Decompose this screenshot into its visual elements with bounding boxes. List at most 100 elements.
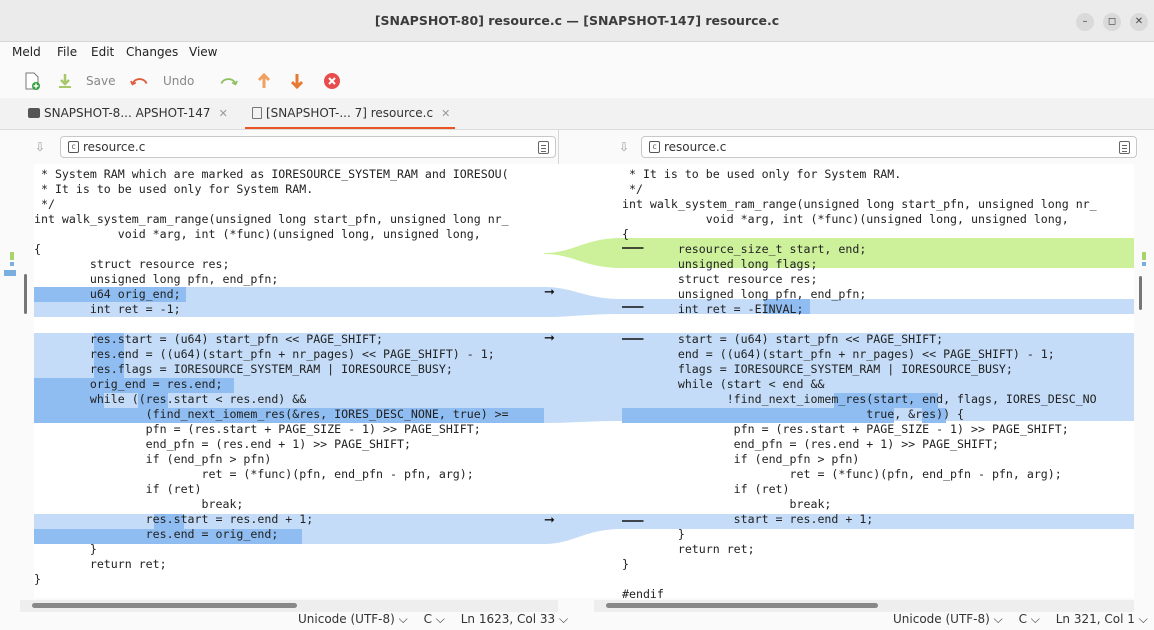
menu-changes[interactable]: Changes — [126, 45, 178, 59]
left-cursor-position[interactable]: Ln 1623, Col 33 ⌵ — [461, 612, 568, 626]
code-line: */ — [622, 182, 643, 196]
window-title: [SNAPSHOT-80] resource.c — [SNAPSHOT-147… — [374, 13, 780, 28]
redo-icon[interactable] — [218, 71, 238, 91]
right-save-icon[interactable]: ⇩ — [619, 140, 629, 154]
code-line: end_pfn = (res.end + 1) >> PAGE_SHIFT; — [34, 437, 411, 451]
menu-meld[interactable]: Meld — [12, 45, 41, 59]
tab-close-icon[interactable]: ✕ — [219, 107, 228, 120]
copy-left-arrow[interactable]: 🡐 — [622, 331, 645, 347]
code-line: while (start < end && — [622, 377, 825, 391]
overview-change-marker — [4, 270, 16, 276]
code-line: void *arg, int (*func)(unsigned long, un… — [34, 227, 481, 241]
left-horizontal-scrollbar[interactable] — [20, 600, 558, 612]
menu-view[interactable]: View — [189, 45, 217, 59]
right-file-chooser[interactable]: c resource.c — [641, 136, 1137, 158]
menu-edit[interactable]: Edit — [91, 45, 114, 59]
undo-button[interactable]: Undo — [163, 70, 194, 92]
minimize-button[interactable]: – — [1076, 13, 1094, 31]
code-line: struct resource res; — [622, 272, 818, 286]
left-encoding-selector[interactable]: Unicode (UTF-8) ⌵ — [298, 612, 408, 626]
left-save-icon[interactable]: ⇩ — [35, 140, 45, 154]
open-file-icon[interactable] — [538, 141, 549, 154]
close-window-button[interactable]: ✕ — [1130, 13, 1148, 31]
copy-right-arrow[interactable]: ➞ — [544, 331, 555, 346]
code-line: unsigned long flags; — [622, 257, 818, 271]
overview-change-marker — [1142, 262, 1146, 266]
code-line: if (end_pfn > pfn) — [622, 452, 860, 466]
code-line: ret = (*func)(pfn, end_pfn - pfn, arg); — [622, 467, 1062, 481]
code-line: res.flags = IORESOURCE_SYSTEM_RAM | IORE… — [34, 362, 453, 376]
left-file-chooser[interactable]: c resource.c — [60, 136, 556, 158]
copy-left-arrow[interactable]: 🡐 — [622, 299, 645, 315]
code-line: struct resource res; — [34, 257, 230, 271]
left-file-header: ⇩ c resource.c — [0, 130, 558, 164]
overview-insert-marker — [1142, 252, 1146, 260]
right-hscroll-thumb[interactable] — [606, 603, 878, 608]
code-line: int ret = -1; — [34, 302, 181, 316]
menu-file[interactable]: File — [57, 45, 77, 59]
left-code-pane[interactable]: * System RAM which are marked as IORESOU… — [34, 164, 544, 598]
left-language-selector[interactable]: C ⌵ — [424, 612, 445, 626]
code-line: pfn = (res.start + PAGE_SIZE - 1) >> PAG… — [34, 422, 481, 436]
code-line: break; — [34, 497, 244, 511]
copy-right-arrow[interactable]: ➞ — [544, 285, 555, 300]
copy-left-arrow[interactable]: 🡐 — [622, 513, 645, 529]
left-overview-map[interactable] — [0, 164, 34, 598]
code-line: { — [34, 242, 41, 256]
title-bar: [SNAPSHOT-80] resource.c — [SNAPSHOT-147… — [0, 0, 1154, 42]
code-line: u64 orig_end; — [34, 287, 181, 301]
code-line: int walk_system_ram_range(unsigned long … — [622, 197, 1097, 211]
save-download-icon[interactable] — [55, 71, 75, 91]
left-file-name: resource.c — [83, 140, 146, 154]
copy-left-arrow[interactable]: 🡐 — [622, 240, 645, 256]
right-file-header: ⇩ c resource.c — [594, 130, 1154, 164]
toolbar: Save Undo — [0, 64, 1154, 98]
code-line: pfn = (res.start + PAGE_SIZE - 1) >> PAG… — [622, 422, 1069, 436]
open-file-icon[interactable] — [1119, 141, 1130, 154]
code-line: start = (u64) start_pfn << PAGE_SHIFT; — [622, 332, 944, 346]
right-overview-map[interactable] — [1134, 164, 1154, 598]
code-line: if (ret) — [34, 482, 202, 496]
right-scrollbar-thumb[interactable] — [1139, 276, 1142, 310]
right-status-bar: Unicode (UTF-8) ⌵ C ⌵ Ln 321, Col 1 ⌵ — [893, 612, 1148, 627]
right-cursor-position[interactable]: Ln 321, Col 1 ⌵ — [1056, 612, 1148, 626]
left-scrollbar-thumb[interactable] — [24, 274, 27, 314]
right-encoding-selector[interactable]: Unicode (UTF-8) ⌵ — [893, 612, 1003, 626]
code-line: resource_size_t start, end; — [622, 242, 867, 256]
code-line: * It is to be used only for System RAM. — [622, 167, 902, 181]
code-line: flags = IORESOURCE_SYSTEM_RAM | IORESOUR… — [622, 362, 1013, 376]
code-line: int walk_system_ram_range(unsigned long … — [34, 212, 509, 226]
code-line: if (ret) — [622, 482, 790, 496]
copy-right-arrow[interactable]: ➞ — [544, 513, 555, 528]
overview-change-marker — [10, 262, 14, 266]
code-line: } — [34, 542, 97, 556]
code-line: void *arg, int (*func)(unsigned long, un… — [622, 212, 1069, 226]
tab-file-comparison[interactable]: [SNAPSHOT-... 7] resource.c ✕ — [252, 106, 450, 120]
code-line: if (end_pfn > pfn) — [34, 452, 272, 466]
tab-folder-comparison[interactable]: SNAPSHOT-8... APSHOT-147 ✕ — [28, 106, 228, 120]
menu-bar: Meld File Edit Changes View — [0, 42, 1154, 64]
code-line: !find_next_iomem_res(start, end, flags, … — [622, 392, 1097, 406]
code-line: * It is to be used only for System RAM. — [34, 182, 314, 196]
right-code-pane[interactable]: * It is to be used only for System RAM. … — [622, 164, 1134, 598]
save-button[interactable]: Save — [86, 70, 115, 92]
left-hscroll-thumb[interactable] — [32, 603, 297, 608]
tab-label: [SNAPSHOT-... 7] resource.c — [266, 106, 434, 120]
previous-change-icon[interactable] — [254, 71, 274, 91]
code-line: } — [34, 572, 41, 586]
right-horizontal-scrollbar[interactable] — [594, 600, 1134, 612]
code-line: } — [622, 557, 629, 571]
right-language-selector[interactable]: C ⌵ — [1019, 612, 1040, 626]
file-icon — [252, 107, 262, 119]
code-line: unsigned long pfn, end_pfn; — [622, 287, 867, 301]
code-line: true, &res)) { — [622, 407, 965, 421]
new-comparison-icon[interactable] — [22, 71, 42, 91]
next-change-icon[interactable] — [287, 71, 307, 91]
undo-icon[interactable] — [130, 71, 150, 91]
left-status-bar: Unicode (UTF-8) ⌵ C ⌵ Ln 1623, Col 33 ⌵ — [298, 612, 568, 627]
maximize-button[interactable]: ◻ — [1103, 13, 1121, 31]
code-line: end_pfn = (res.end + 1) >> PAGE_SHIFT; — [622, 437, 999, 451]
tab-close-icon[interactable]: ✕ — [441, 107, 450, 120]
stop-icon[interactable] — [322, 71, 342, 91]
c-file-icon: c — [68, 141, 79, 153]
